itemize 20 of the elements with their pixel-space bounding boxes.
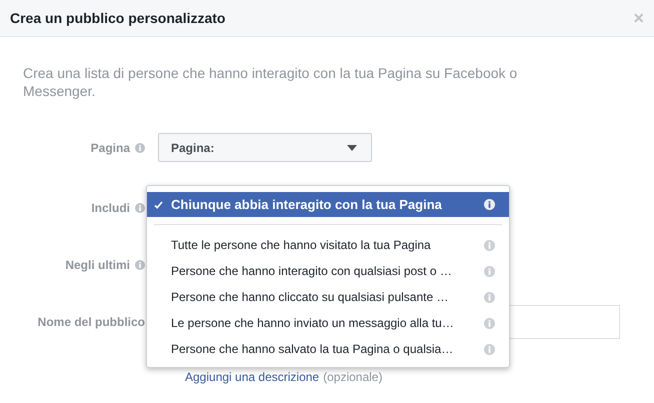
menu-item[interactable]: Persone che hanno cliccato su qualsiasi pulsante … — [147, 284, 509, 310]
check-icon — [154, 200, 163, 208]
field-label: Pagina — [90, 140, 130, 154]
menu-item[interactable]: Persone che hanno interagito con qualsiasi post o … — [147, 258, 509, 284]
description: Crea una lista di persone che hanno interagito con la tua Pagina su Facebook o Messenger. — [23, 64, 518, 100]
link[interactable]: Aggiungi una descrizione — [185, 370, 320, 384]
dialog-title: Crea un pubblico personalizzato — [10, 10, 226, 26]
field-label: Includi — [91, 200, 130, 214]
field-label: Negli ultimi — [65, 258, 130, 272]
info-icon[interactable] — [484, 199, 495, 210]
menu-item[interactable]: Tutte le persone che hanno visitato la tua Pagina — [147, 232, 509, 258]
info-icon[interactable] — [135, 202, 145, 212]
menu-item[interactable]: Le persone che hanno inviato un messaggio alla tu… — [147, 310, 509, 336]
field-label: Nome del pubblico — [38, 315, 145, 329]
caret-icon — [347, 144, 357, 150]
page-dropdown[interactable]: Pagina: — [158, 133, 372, 162]
info-icon[interactable] — [135, 260, 145, 270]
link-note: (opzionale) — [323, 370, 382, 384]
menu-item[interactable]: Chiunque abbia interagito con la tua Pagina — [147, 192, 509, 217]
menu-item[interactable]: Persone che hanno salvato la tua Pagina o qualsia… — [147, 336, 509, 362]
